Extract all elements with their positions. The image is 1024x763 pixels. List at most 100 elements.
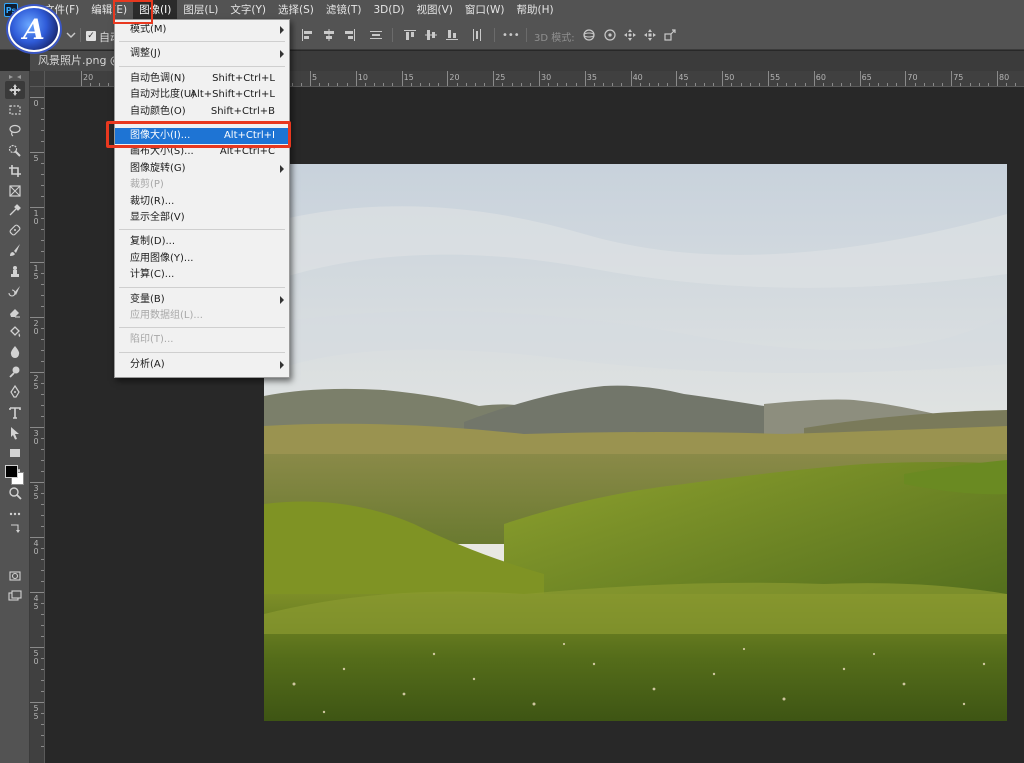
path-select-tool-icon[interactable] bbox=[5, 424, 25, 442]
image-menu-item[interactable]: 调整(J) bbox=[115, 46, 289, 62]
menu-item[interactable]: 文字(Y) bbox=[224, 0, 272, 20]
image-menu-item[interactable]: 显示全部(V) bbox=[115, 210, 289, 226]
quick-mask-icon[interactable] bbox=[5, 567, 25, 585]
scale-3d-icon[interactable] bbox=[663, 27, 677, 43]
foreground-color-swatch[interactable] bbox=[5, 465, 18, 478]
eyedropper-tool-icon[interactable] bbox=[5, 201, 25, 219]
ruler-tick bbox=[493, 71, 495, 86]
landscape-photo[interactable] bbox=[264, 164, 1007, 721]
distribute-vertical-icon[interactable] bbox=[470, 27, 484, 43]
menu-item-label: 模式(M) bbox=[130, 24, 167, 35]
zoom-tool-icon[interactable] bbox=[5, 484, 25, 502]
align-right-icon[interactable] bbox=[343, 27, 357, 43]
pan-3d-icon[interactable] bbox=[623, 27, 637, 43]
roll-3d-icon[interactable] bbox=[603, 27, 617, 43]
image-menu-item[interactable]: 自动色调(N) Shift+Ctrl+L bbox=[115, 71, 289, 87]
ruler-minor-tick bbox=[621, 83, 623, 86]
ruler-minor-tick bbox=[41, 460, 44, 461]
ruler-minor-tick bbox=[41, 339, 44, 340]
ruler-minor-tick bbox=[41, 185, 44, 186]
options-divider bbox=[526, 28, 527, 42]
menu-item[interactable]: 选择(S) bbox=[272, 0, 320, 20]
ruler-minor-tick bbox=[41, 658, 44, 659]
align-center-v-icon[interactable] bbox=[424, 27, 438, 43]
menu-item[interactable]: 3D(D) bbox=[367, 0, 410, 20]
menu-separator bbox=[119, 41, 285, 43]
paint-bucket-tool-icon[interactable] bbox=[5, 323, 25, 341]
ruler-top-label: 80 bbox=[999, 73, 1010, 82]
eraser-tool-icon[interactable] bbox=[5, 303, 25, 321]
ruler-minor-tick bbox=[374, 83, 376, 86]
highlight-image-menu bbox=[113, 0, 153, 24]
slide-3d-icon[interactable] bbox=[643, 27, 657, 43]
history-brush-tool-icon[interactable] bbox=[5, 283, 25, 301]
ruler-minor-tick bbox=[300, 83, 302, 86]
image-menu-item[interactable]: 自动颜色(O) Shift+Ctrl+B bbox=[115, 104, 289, 120]
crop-tool-icon[interactable] bbox=[5, 162, 25, 180]
dodge-tool-icon[interactable] bbox=[5, 363, 25, 381]
ruler-minor-tick bbox=[548, 83, 550, 86]
swap-colors-icon[interactable] bbox=[5, 520, 25, 538]
ruler-minor-tick bbox=[557, 83, 559, 86]
rectangle-tool-icon[interactable] bbox=[5, 444, 25, 462]
image-menu-item[interactable]: 自动对比度(U) Alt+Shift+Ctrl+L bbox=[115, 87, 289, 103]
healing-brush-tool-icon[interactable] bbox=[5, 221, 25, 239]
menu-item[interactable]: 滤镜(T) bbox=[320, 0, 368, 20]
move-tool-icon[interactable] bbox=[5, 81, 25, 99]
panel-grip[interactable] bbox=[5, 73, 25, 81]
menu-item-shortcut: Shift+Ctrl+B bbox=[210, 105, 275, 117]
align-top-icon[interactable] bbox=[403, 27, 417, 43]
ruler-minor-tick bbox=[575, 83, 577, 86]
brush-tool-icon[interactable] bbox=[5, 241, 25, 259]
align-center-h-icon[interactable] bbox=[322, 27, 336, 43]
ruler-tick bbox=[30, 482, 44, 483]
ruler-minor-tick bbox=[713, 83, 715, 86]
ruler-minor-tick bbox=[41, 141, 44, 142]
document-tab[interactable]: 风景照片.png @ bbox=[30, 51, 127, 71]
image-menu-item[interactable]: 应用图像(Y)... bbox=[115, 251, 289, 267]
align-left-icon[interactable] bbox=[300, 27, 314, 43]
ruler-minor-tick bbox=[41, 504, 44, 505]
marquee-tool-icon[interactable] bbox=[5, 101, 25, 119]
ruler-minor-tick bbox=[850, 83, 852, 86]
distribute-icon[interactable] bbox=[369, 27, 383, 43]
align-bottom-icon[interactable] bbox=[445, 27, 459, 43]
ruler-left[interactable]: 0 5 1 0 1 5 2 0 2 5 3 0 3 5 4 0 4 5 5 0 5 5 bbox=[30, 87, 45, 763]
image-menu-item[interactable]: 图像旋转(G) bbox=[115, 161, 289, 177]
image-menu-item[interactable]: 分析(A) bbox=[115, 357, 289, 373]
frame-tool-icon[interactable] bbox=[5, 182, 25, 200]
ruler-minor-tick bbox=[41, 361, 44, 362]
quick-select-tool-icon[interactable] bbox=[5, 141, 25, 159]
blur-tool-icon[interactable] bbox=[5, 343, 25, 361]
menu-separator bbox=[119, 65, 285, 67]
menu-item[interactable]: 视图(V) bbox=[411, 0, 459, 20]
ruler-minor-tick bbox=[410, 83, 412, 86]
orbit-3d-icon[interactable] bbox=[582, 27, 596, 43]
screen-mode-icon[interactable] bbox=[5, 587, 25, 605]
more-options-button[interactable]: ••• bbox=[502, 27, 520, 43]
pen-tool-icon[interactable] bbox=[5, 383, 25, 401]
menu-item[interactable]: 帮助(H) bbox=[511, 0, 560, 20]
image-menu-item[interactable]: 变量(B) bbox=[115, 292, 289, 308]
auto-select-checkbox[interactable]: ✓ bbox=[86, 31, 96, 41]
image-menu-item[interactable]: 裁切(R)... bbox=[115, 194, 289, 210]
clone-stamp-tool-icon[interactable] bbox=[5, 263, 25, 281]
ruler-top-label: 15 bbox=[403, 73, 414, 82]
menu-item-label: 自动色调(N) bbox=[130, 72, 186, 84]
ruler-minor-tick bbox=[456, 83, 458, 86]
ruler-left-label: 2 0 bbox=[33, 319, 39, 336]
menu-item[interactable]: 图层(L) bbox=[177, 0, 224, 20]
ruler-tick bbox=[30, 537, 44, 538]
dropdown-chevron-icon[interactable] bbox=[64, 27, 78, 43]
image-menu-item[interactable]: 复制(D)... bbox=[115, 234, 289, 250]
ruler-minor-tick bbox=[41, 174, 44, 175]
ruler-minor-tick bbox=[731, 83, 733, 86]
ruler-minor-tick bbox=[593, 83, 595, 86]
menu-item[interactable]: 窗口(W) bbox=[459, 0, 511, 20]
type-tool-icon[interactable] bbox=[5, 404, 25, 422]
image-menu-item[interactable]: 计算(C)... bbox=[115, 267, 289, 283]
ruler-minor-tick bbox=[786, 83, 788, 86]
ruler-top-label: 45 bbox=[678, 73, 689, 82]
image-menu-item[interactable]: 模式(M) bbox=[115, 22, 289, 38]
lasso-tool-icon[interactable] bbox=[5, 121, 25, 139]
